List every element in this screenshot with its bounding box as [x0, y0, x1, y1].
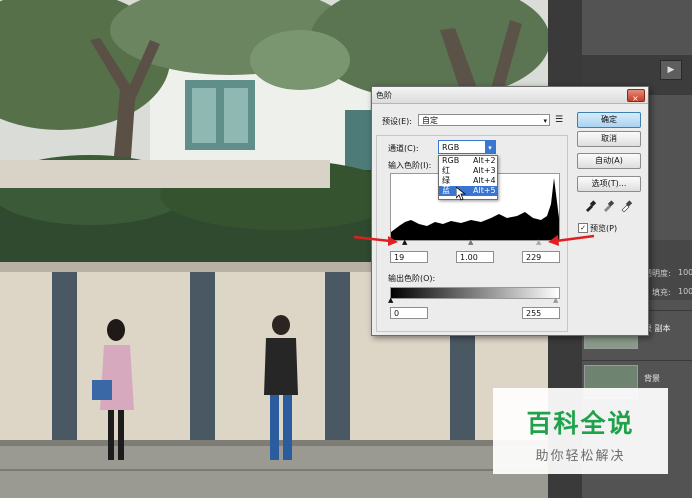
gray-eyedropper-icon[interactable]: [602, 200, 614, 212]
background-layer-name: 背景: [644, 374, 660, 383]
levels-dialog: 色阶 × 预设(E): 自定 ▾ ☰ 通道(C): RGB ▾ 输入色阶(I):…: [371, 86, 649, 336]
black-point-slider[interactable]: ▲: [402, 238, 407, 246]
white-eyedropper-icon[interactable]: [620, 200, 632, 212]
output-white-field[interactable]: 255: [522, 307, 560, 319]
auto-button[interactable]: 自动(A): [577, 153, 641, 169]
input-mid-value: 1.00: [460, 253, 478, 262]
input-black-field[interactable]: 19: [390, 251, 428, 263]
red-arrow-right-annotation: [548, 234, 595, 246]
white-point-slider[interactable]: ▲: [536, 238, 541, 246]
output-black-value: 0: [394, 309, 400, 318]
chevron-down-icon: ▾: [543, 117, 547, 125]
channel-value: RGB: [442, 143, 460, 152]
option-shortcut: Alt+4: [473, 176, 496, 185]
channel-option-green[interactable]: 绿 Alt+4: [439, 176, 497, 186]
ok-button[interactable]: 确定: [577, 112, 641, 128]
dialog-title-bar[interactable]: 色阶 ×: [372, 87, 648, 104]
channel-option-rgb[interactable]: RGB Alt+2: [439, 156, 497, 166]
opacity-value[interactable]: 100: [678, 268, 692, 277]
channel-dropdown-list: RGB Alt+2 红 Alt+3 绿 Alt+4 蓝 Alt+5: [438, 155, 498, 200]
play-button[interactable]: ▶: [660, 60, 682, 80]
option-shortcut: Alt+3: [473, 166, 496, 175]
output-white-value: 255: [526, 309, 542, 318]
option-shortcut: Alt+5: [473, 186, 496, 195]
option-shortcut: Alt+2: [473, 156, 496, 165]
output-white-slider[interactable]: ▲: [553, 296, 558, 304]
input-black-value: 19: [394, 253, 405, 262]
midtone-slider[interactable]: ▲: [468, 238, 473, 246]
preset-value: 自定: [422, 116, 438, 125]
red-arrow-left-annotation: [353, 235, 398, 246]
watermark-subtitle: 助你轻松解决: [535, 449, 626, 464]
preset-dropdown[interactable]: 自定 ▾: [418, 114, 550, 126]
chevron-down-icon: ▾: [485, 141, 495, 153]
site-watermark: 百科全说 助你轻松解决: [493, 388, 668, 474]
options-button[interactable]: 选项(T)...: [577, 176, 641, 192]
option-name: RGB: [442, 156, 460, 165]
black-eyedropper-icon[interactable]: [584, 200, 596, 212]
input-levels-label: 输入色阶(I):: [388, 161, 432, 170]
output-gradient-bar: [390, 287, 560, 299]
output-black-field[interactable]: 0: [390, 307, 428, 319]
preset-label: 预设(E):: [382, 117, 412, 126]
output-black-slider[interactable]: ▲: [388, 296, 393, 304]
preset-menu-icon[interactable]: ☰: [555, 115, 563, 125]
fill-value[interactable]: 100: [678, 287, 692, 296]
input-mid-field[interactable]: 1.00: [456, 251, 494, 263]
option-name: 红: [442, 166, 450, 175]
channel-option-blue[interactable]: 蓝 Alt+5: [439, 186, 497, 196]
channel-option-red[interactable]: 红 Alt+3: [439, 166, 497, 176]
play-icon: ▶: [667, 65, 675, 75]
option-name: 蓝: [442, 186, 450, 195]
channel-label: 通道(C):: [388, 144, 419, 153]
output-levels-label: 输出色阶(O):: [388, 274, 436, 283]
dialog-title: 色阶: [376, 91, 392, 100]
input-white-value: 229: [526, 253, 542, 262]
cancel-button[interactable]: 取消: [577, 131, 641, 147]
input-white-field[interactable]: 229: [522, 251, 560, 263]
close-icon: ×: [632, 94, 639, 103]
mouse-cursor-icon: [456, 187, 466, 201]
close-button[interactable]: ×: [627, 89, 645, 103]
option-name: 绿: [442, 176, 450, 185]
channel-dropdown[interactable]: RGB ▾: [438, 140, 496, 154]
watermark-logo-text: 百科全说: [526, 409, 635, 438]
fill-label: 填充:: [652, 288, 671, 297]
